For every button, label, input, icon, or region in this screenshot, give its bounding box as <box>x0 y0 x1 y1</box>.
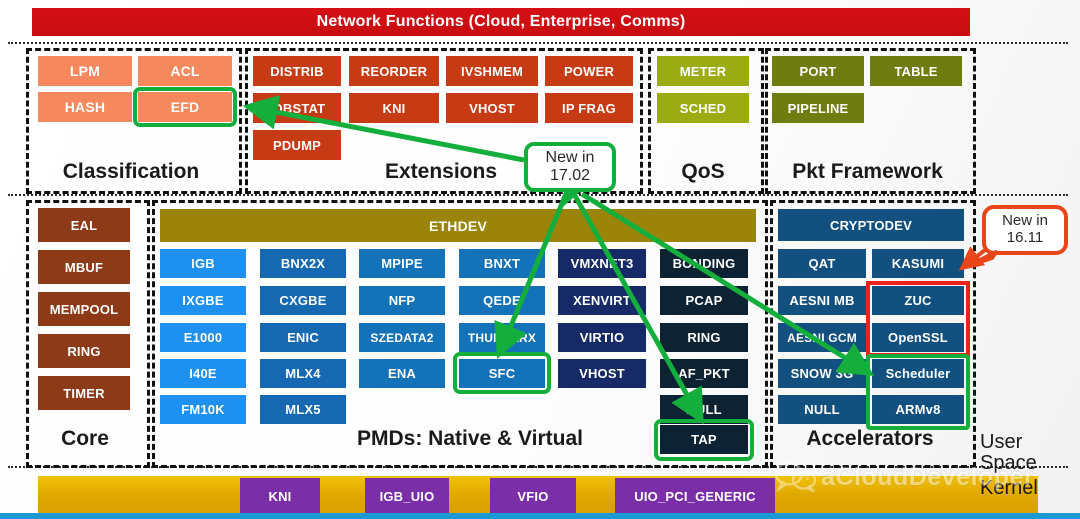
block-timer[interactable]: TIMER <box>38 376 130 410</box>
highlight-ring-efd <box>133 87 237 127</box>
block-qede[interactable]: QEDE <box>459 286 545 315</box>
block-sched[interactable]: SCHED <box>657 93 749 123</box>
block-iobstat[interactable]: IOBSTAT <box>253 93 341 123</box>
block-distrib[interactable]: DISTRIB <box>253 56 341 86</box>
block-lpm[interactable]: LPM <box>38 56 132 86</box>
label-user-space-line1: User <box>980 431 1023 453</box>
block-igb-uio[interactable]: IGB_UIO <box>365 478 449 514</box>
block-i40e[interactable]: I40E <box>160 359 246 388</box>
highlight-ring-zuc-openssl <box>866 281 970 357</box>
block-mempool[interactable]: MEMPOOL <box>38 292 130 326</box>
block-qat[interactable]: QAT <box>778 249 866 278</box>
block-vmxnet3[interactable]: VMXNET3 <box>558 249 646 278</box>
highlight-ring-sfc <box>453 352 551 394</box>
panel-title-pkt-framework: Pkt Framework <box>792 160 943 183</box>
callout-new-17-02-line1: New in <box>545 149 595 167</box>
block-cxgbe[interactable]: CXGBE <box>260 286 346 315</box>
panel-title-core: Core <box>61 427 109 450</box>
block-ip-frag[interactable]: IP FRAG <box>545 93 633 123</box>
block-reorder[interactable]: REORDER <box>349 56 439 86</box>
block-vhost-pmd[interactable]: VHOST <box>558 359 646 388</box>
block-kni-kernel[interactable]: KNI <box>240 478 320 514</box>
block-port[interactable]: PORT <box>772 56 864 86</box>
block-e1000[interactable]: E1000 <box>160 323 246 352</box>
block-acl[interactable]: ACL <box>138 56 232 86</box>
label-user-space-line2: Space <box>980 452 1037 474</box>
block-szedata2[interactable]: SZEDATA2 <box>359 323 445 352</box>
block-hash[interactable]: HASH <box>38 92 132 122</box>
block-meter[interactable]: METER <box>657 56 749 86</box>
block-bnxt[interactable]: BNXT <box>459 249 545 278</box>
label-user-space: User Space <box>980 432 1037 474</box>
block-af-pkt[interactable]: AF_PKT <box>660 359 748 388</box>
block-cryptodev[interactable]: CRYPTODEV <box>778 209 964 241</box>
page-title: Network Functions (Cloud, Enterprise, Co… <box>316 13 686 30</box>
block-aesni-mb[interactable]: AESNI MB <box>778 286 866 315</box>
block-ring-pmd[interactable]: RING <box>660 323 748 352</box>
block-igb[interactable]: IGB <box>160 249 246 278</box>
block-vfio[interactable]: VFIO <box>490 478 576 514</box>
page-title-bar: Network Functions (Cloud, Enterprise, Co… <box>32 8 970 36</box>
block-ena[interactable]: ENA <box>359 359 445 388</box>
block-pipeline[interactable]: PIPELINE <box>772 93 864 123</box>
block-xenvirt[interactable]: XENVIRT <box>558 286 646 315</box>
highlight-ring-tap <box>654 419 754 461</box>
callout-new-16-11-line2: 16.11 <box>1006 229 1044 246</box>
block-power[interactable]: POWER <box>545 56 633 86</box>
block-ivshmem[interactable]: IVSHMEM <box>446 56 538 86</box>
callout-new-16-11-line1: New in <box>1002 212 1048 230</box>
block-vhost-ext[interactable]: VHOST <box>446 93 538 123</box>
block-mbuf[interactable]: MBUF <box>38 250 130 284</box>
block-eal[interactable]: EAL <box>38 208 130 242</box>
block-nfp[interactable]: NFP <box>359 286 445 315</box>
block-aesni-gcm[interactable]: AESNI GCM <box>778 323 866 352</box>
block-mpipe[interactable]: MPIPE <box>359 249 445 278</box>
label-kernel: Kernel <box>980 477 1038 499</box>
block-kni-ext[interactable]: KNI <box>349 93 439 123</box>
panel-title-classification: Classification <box>62 160 200 183</box>
block-table[interactable]: TABLE <box>870 56 962 86</box>
block-mlx4[interactable]: MLX4 <box>260 359 346 388</box>
block-uio-pci-generic[interactable]: UIO_PCI_GENERIC <box>615 478 775 514</box>
callout-new-16-11: New in 16.11 <box>982 205 1068 255</box>
block-mlx5[interactable]: MLX5 <box>260 395 346 424</box>
panel-title-pmds: PMDs: Native & Virtual <box>356 427 583 450</box>
block-snow3g[interactable]: SNOW 3G <box>778 359 866 388</box>
block-kasumi[interactable]: KASUMI <box>872 249 964 278</box>
block-null-acc[interactable]: NULL <box>778 395 866 424</box>
diagram-canvas: Network Functions (Cloud, Enterprise, Co… <box>0 0 1080 519</box>
callout-new-17-02-line2: 17.02 <box>549 167 591 184</box>
block-bonding[interactable]: BONDING <box>660 249 748 278</box>
highlight-ring-scheduler-armv8 <box>866 354 970 430</box>
block-pcap[interactable]: PCAP <box>660 286 748 315</box>
divider-mid <box>8 194 1068 196</box>
callout-new-17-02: New in 17.02 <box>524 142 616 192</box>
panel-title-accelerators: Accelerators <box>806 427 934 450</box>
block-ixgbe[interactable]: IXGBE <box>160 286 246 315</box>
panel-title-qos: QoS <box>681 160 725 183</box>
block-thunderx[interactable]: THUNDERX <box>459 323 545 352</box>
block-bnx2x[interactable]: BNX2X <box>260 249 346 278</box>
block-ring-core[interactable]: RING <box>38 334 130 368</box>
divider-top <box>8 42 1068 44</box>
block-pdump[interactable]: PDUMP <box>253 130 341 160</box>
block-enic[interactable]: ENIC <box>260 323 346 352</box>
block-ethdev[interactable]: ETHDEV <box>160 209 756 242</box>
block-fm10k[interactable]: FM10K <box>160 395 246 424</box>
block-virtio[interactable]: VIRTIO <box>558 323 646 352</box>
bottom-strip <box>0 513 1080 519</box>
